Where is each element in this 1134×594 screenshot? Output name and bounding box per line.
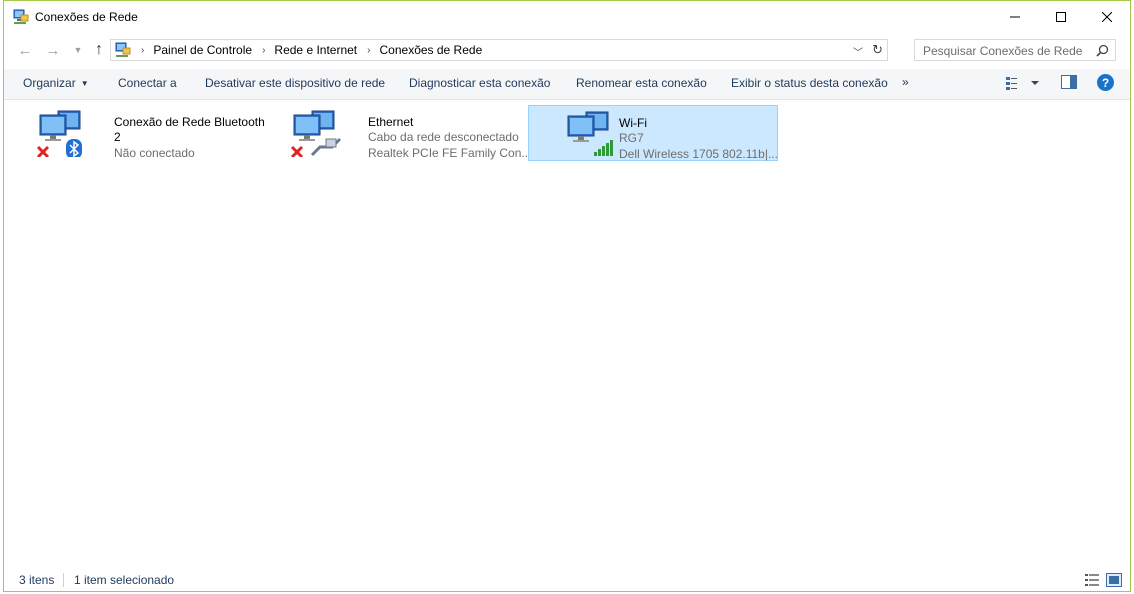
close-button[interactable]	[1084, 1, 1130, 33]
diagnose-button[interactable]: Diagnosticar esta conexão	[409, 76, 550, 90]
minimize-button[interactable]	[992, 1, 1038, 33]
preview-pane-icon	[1061, 75, 1077, 89]
title-bar[interactable]: Conexões de Rede	[4, 1, 1130, 33]
breadcrumb-conexoes-de-rede[interactable]: Conexões de Rede	[380, 43, 483, 57]
refresh-button[interactable]: ↻	[872, 42, 883, 58]
chevron-right-icon: ›	[141, 44, 145, 56]
maximize-button[interactable]	[1038, 1, 1084, 33]
connection-name-line2: 2	[114, 130, 121, 144]
back-button[interactable]: ←	[15, 40, 35, 60]
network-computer-icon	[36, 109, 88, 159]
large-icons-view-button[interactable]	[1106, 573, 1122, 590]
status-bar: 3 itens 1 item selecionado	[4, 569, 1130, 591]
connection-item-wifi[interactable]: Wi-Fi RG7 Dell Wireless 1705 802.11b|...	[528, 105, 778, 161]
search-input[interactable]: Pesquisar Conexões de Rede	[914, 39, 1116, 61]
organize-button[interactable]: Organizar ▼	[23, 76, 89, 90]
arrow-up-icon: ↑	[95, 41, 103, 58]
chevron-right-icon[interactable]: ›	[262, 45, 265, 56]
network-computer-icon	[564, 110, 616, 158]
connection-name: Conexão de Rede Bluetooth	[114, 115, 265, 129]
address-bar[interactable]: › Painel de Controle › Rede e Internet ›…	[110, 39, 888, 61]
connection-status: Não conectado	[114, 146, 195, 160]
explorer-window: Conexões de Rede ← → ▼ ↑ › Painel de Con…	[3, 0, 1131, 592]
connection-status: RG7	[619, 131, 644, 145]
more-commands-button[interactable]: »	[902, 75, 909, 89]
control-panel-icon	[115, 42, 131, 58]
connection-name: Wi-Fi	[619, 116, 647, 130]
rename-button[interactable]: Renomear esta conexão	[576, 76, 707, 90]
address-dropdown-button[interactable]: ﹀	[853, 44, 863, 59]
view-status-button[interactable]: Exibir o status desta conexão	[731, 76, 888, 90]
status-divider	[63, 573, 64, 587]
window-title: Conexões de Rede	[35, 10, 138, 24]
search-icon	[1096, 44, 1109, 60]
arrow-left-icon: ←	[17, 41, 33, 59]
chevron-down-icon: ▼	[80, 79, 89, 88]
details-view-icon	[1006, 77, 1039, 90]
recent-locations-button[interactable]: ▼	[68, 40, 88, 60]
disable-device-button[interactable]: Desativar este dispositivo de rede	[205, 76, 385, 90]
breadcrumb-painel-de-controle[interactable]: Painel de Controle	[153, 43, 252, 57]
connection-device: Realtek PCIe FE Family Con...	[368, 146, 532, 160]
preview-pane-button[interactable]	[1061, 75, 1077, 92]
minimize-icon	[1010, 16, 1020, 18]
chevron-down-icon: ▼	[73, 45, 83, 55]
connection-item-ethernet[interactable]: Ethernet Cabo da rede desconectado Realt…	[286, 105, 536, 161]
arrow-right-icon: →	[45, 41, 61, 59]
large-icons-view-icon	[1106, 573, 1122, 587]
disconnected-x-icon	[36, 145, 50, 159]
change-view-button[interactable]	[1005, 75, 1039, 94]
file-list: Conexão de Rede Bluetooth 2 Não conectad…	[4, 100, 1130, 569]
up-button[interactable]: ↑	[89, 40, 109, 60]
connection-item-bluetooth[interactable]: Conexão de Rede Bluetooth 2 Não conectad…	[32, 105, 282, 161]
organize-label: Organizar	[23, 76, 76, 90]
network-connections-icon	[13, 9, 29, 25]
svg-text:?: ?	[1102, 76, 1109, 90]
address-row: ← → ▼ ↑ › Painel de Controle › Rede e In…	[4, 37, 1130, 63]
maximize-icon	[1056, 12, 1066, 22]
selection-count: 1 item selecionado	[74, 573, 175, 587]
disconnected-x-icon	[290, 145, 304, 159]
close-icon	[1102, 12, 1112, 22]
connection-status: Cabo da rede desconectado	[368, 130, 519, 144]
command-bar: Organizar ▼ Conectar a Desativar este dis…	[4, 69, 1130, 100]
network-computer-icon	[290, 109, 342, 159]
item-count: 3 itens	[19, 573, 55, 587]
forward-button[interactable]: →	[43, 40, 63, 60]
connect-to-button[interactable]: Conectar a	[118, 76, 177, 90]
help-icon: ?	[1097, 74, 1114, 91]
connection-device: Dell Wireless 1705 802.11b|...	[619, 147, 778, 161]
help-button[interactable]: ?	[1097, 74, 1114, 94]
chevron-right-icon[interactable]: ›	[367, 45, 370, 56]
details-view-icon	[1085, 574, 1099, 586]
wifi-signal-icon	[594, 140, 613, 156]
bluetooth-icon	[66, 139, 82, 159]
connection-name: Ethernet	[368, 115, 414, 129]
refresh-icon: ↻	[872, 42, 883, 57]
ethernet-cable-icon	[310, 137, 342, 157]
details-view-button[interactable]	[1084, 573, 1100, 590]
search-placeholder: Pesquisar Conexões de Rede	[923, 44, 1083, 58]
breadcrumb-rede-e-internet[interactable]: Rede e Internet	[274, 43, 357, 57]
